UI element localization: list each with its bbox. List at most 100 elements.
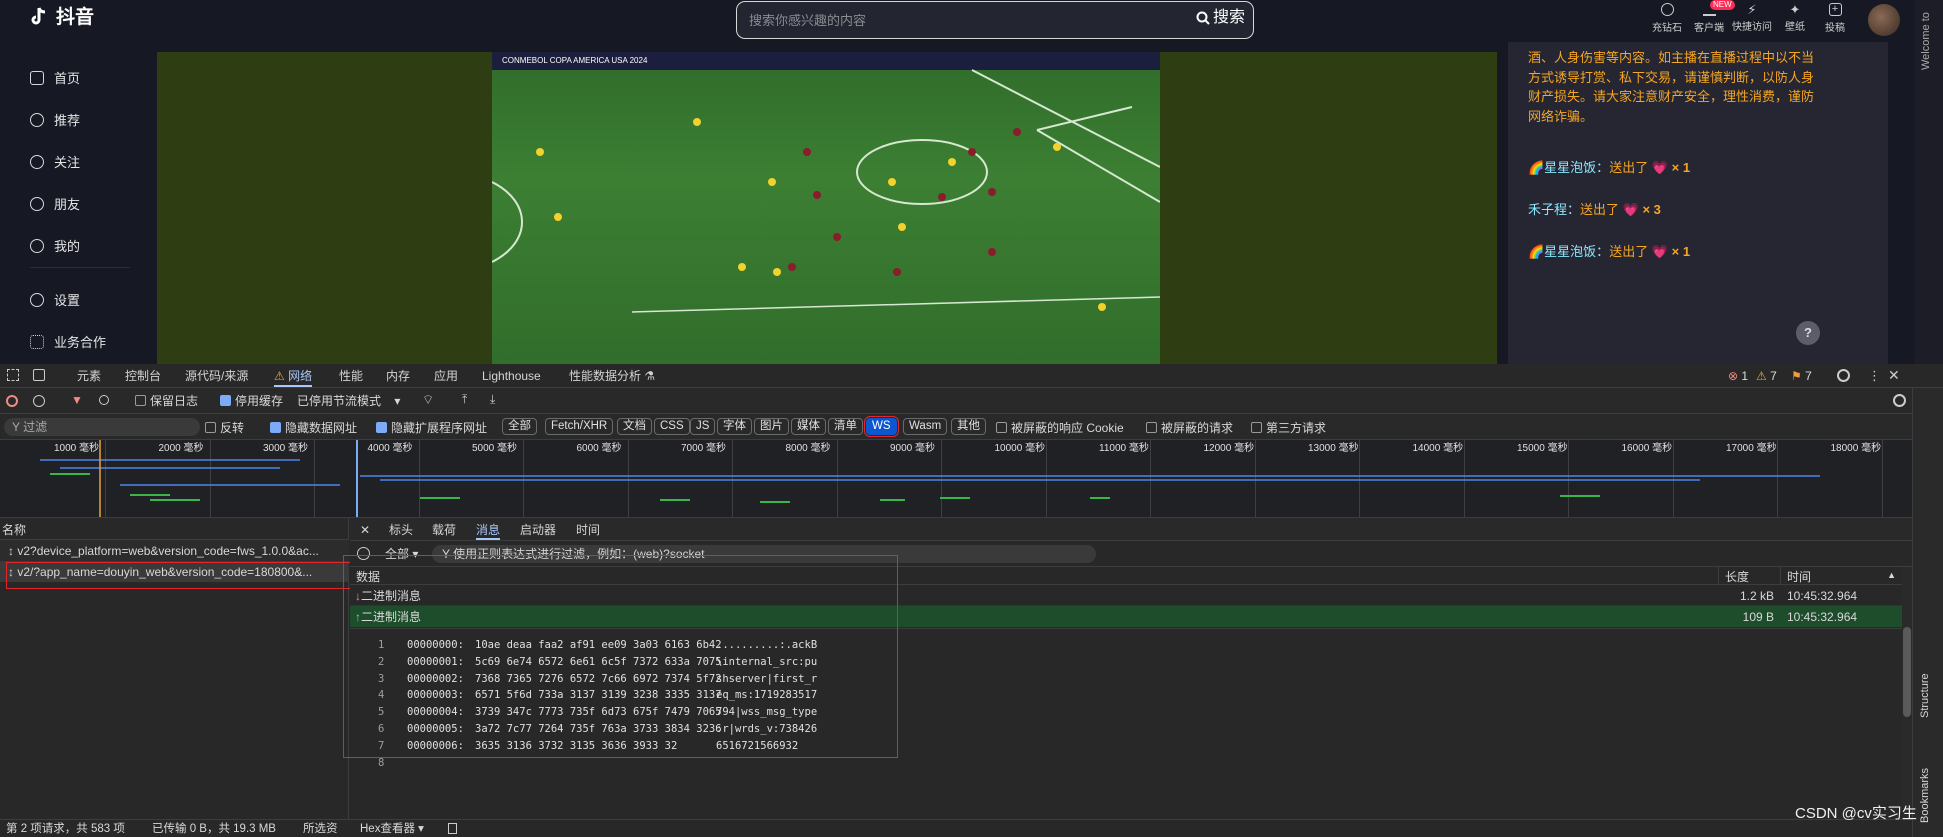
tab-timing[interactable]: 时间 bbox=[576, 518, 600, 540]
filter-icon[interactable]: ▼ bbox=[71, 394, 83, 406]
sidebar-item-friends[interactable]: 朋友 bbox=[30, 194, 80, 213]
tab-console[interactable]: 控制台 bbox=[125, 364, 161, 388]
blocked-requests-checkbox[interactable]: 被屏蔽的请求 bbox=[1146, 422, 1233, 434]
help-button[interactable]: ? bbox=[1796, 321, 1820, 345]
type-filter-ws[interactable]: WS bbox=[864, 416, 899, 437]
sidebar-item-label: 朋友 bbox=[54, 197, 81, 212]
tab-messages[interactable]: 消息 bbox=[476, 518, 501, 540]
export-icon[interactable]: ⤓ bbox=[490, 393, 495, 405]
blocked-cookies-checkbox[interactable]: 被屏蔽的响应 Cookie bbox=[996, 422, 1124, 434]
type-filter-font[interactable]: 字体 bbox=[717, 418, 752, 435]
import-icon[interactable]: ⤒ bbox=[462, 393, 467, 405]
search-icon[interactable] bbox=[99, 395, 109, 405]
tab-memory[interactable]: 内存 bbox=[386, 364, 410, 388]
close-detail-icon[interactable]: ✕ bbox=[360, 518, 370, 540]
search-button[interactable]: 搜索 bbox=[1196, 10, 1245, 26]
hex-viewer-select[interactable]: Hex查看器 ▾ bbox=[360, 823, 424, 836]
copy-icon[interactable] bbox=[448, 823, 457, 834]
avatar[interactable] bbox=[1868, 4, 1900, 36]
tab-performance[interactable]: 性能 bbox=[339, 364, 363, 388]
chat-user[interactable]: 🌈星星泡饭： bbox=[1528, 160, 1609, 175]
tab-elements[interactable]: 元素 bbox=[77, 364, 101, 388]
invert-checkbox[interactable]: 反转 bbox=[205, 422, 244, 434]
request-row[interactable]: ↕ v2?device_platform=web&version_code=fw… bbox=[0, 540, 349, 561]
filter-input[interactable]: Y 过滤 bbox=[4, 418, 200, 436]
wifi-icon[interactable]: ⌔ bbox=[422, 393, 434, 406]
search-box[interactable]: 搜索你感兴趣的内容 搜索 bbox=[736, 1, 1254, 39]
wallpaper-icon: ✦ bbox=[1789, 2, 1801, 17]
type-filter-img[interactable]: 图片 bbox=[754, 418, 789, 435]
warning-icon: ⚠ bbox=[274, 369, 285, 383]
throttle-select[interactable]: 已停用节流模式 ▾ bbox=[297, 395, 400, 407]
chevron-down-icon: ▾ bbox=[394, 394, 401, 408]
structure-tab[interactable]: Structure bbox=[1919, 673, 1931, 718]
sidebar-item-settings[interactable]: 设置 bbox=[30, 290, 80, 309]
device-toolbar-icon[interactable] bbox=[33, 369, 45, 381]
sidebar-item-business[interactable]: 业务合作 bbox=[30, 332, 106, 351]
sidebar-item-home[interactable]: 首页 bbox=[30, 68, 80, 87]
disable-cache-checkbox[interactable]: 停用缓存 bbox=[220, 395, 283, 407]
action-wallpaper[interactable]: ✦ 壁纸 bbox=[1778, 3, 1812, 33]
action-quick[interactable]: ⚡ 快捷访问 bbox=[1732, 3, 1772, 33]
chat-user[interactable]: 🌈星星泡饭： bbox=[1528, 244, 1609, 259]
help-icon: ? bbox=[1804, 325, 1812, 340]
action-label: 充钻石 bbox=[1652, 23, 1682, 34]
douyin-logo[interactable]: 抖音 bbox=[30, 6, 94, 28]
col-length-header[interactable]: 长度 bbox=[1719, 567, 1781, 585]
tab-network[interactable]: ⚠ 网络 bbox=[274, 364, 313, 387]
timeline-overview[interactable]: 1000 毫秒 2000 毫秒 3000 毫秒 4000 毫秒 5000 毫秒 6000 … bbox=[0, 440, 1912, 518]
tab-application[interactable]: 应用 bbox=[434, 364, 458, 388]
requests-header[interactable]: 名称 bbox=[0, 518, 349, 540]
tab-headers[interactable]: 标头 bbox=[389, 518, 413, 540]
status-bar: 第 2 项请求，共 583 项 已传输 0 B，共 19.3 MB 所选资 He… bbox=[0, 819, 1912, 837]
network-settings-icon[interactable] bbox=[1893, 394, 1906, 407]
tab-label: 网络 bbox=[288, 369, 313, 383]
sidebar-item-recommend[interactable]: 推荐 bbox=[30, 110, 80, 129]
chat-user[interactable]: 禾子程： bbox=[1528, 202, 1580, 217]
action-diamond[interactable]: 充钻石 bbox=[1650, 3, 1684, 34]
notice-line: 酒、人身伤害等内容。如主播在直播过程中以不当 bbox=[1528, 50, 1815, 65]
warning-count[interactable]: ⚠ 7 bbox=[1756, 370, 1777, 382]
type-filter-js[interactable]: JS bbox=[690, 418, 716, 435]
warning-icon: ⚠ bbox=[1756, 369, 1767, 383]
checkbox-label: 被屏蔽的响应 Cookie bbox=[1011, 421, 1124, 435]
scrollbar[interactable] bbox=[1902, 567, 1912, 819]
sidebar-item-me[interactable]: 我的 bbox=[30, 236, 80, 255]
bookmarks-tab[interactable]: Bookmarks bbox=[1919, 768, 1931, 823]
inspect-icon[interactable] bbox=[7, 369, 19, 381]
close-icon[interactable]: ✕ bbox=[1888, 368, 1900, 382]
gear-icon[interactable] bbox=[1837, 369, 1850, 382]
sidebar-item-follow[interactable]: 关注 bbox=[30, 152, 80, 171]
preserve-log-checkbox[interactable]: 保留日志 bbox=[135, 395, 198, 407]
devtools-tab-bar: 元素 控制台 源代码/来源 ⚠ 网络 性能 内存 应用 Lighthouse 性… bbox=[0, 364, 1943, 388]
type-filter-fetch[interactable]: Fetch/XHR bbox=[545, 418, 614, 435]
type-filter-media[interactable]: 媒体 bbox=[791, 418, 826, 435]
tab-sources[interactable]: 源代码/来源 bbox=[185, 364, 248, 388]
tab-lighthouse[interactable]: Lighthouse bbox=[482, 364, 541, 388]
type-filter-doc[interactable]: 文档 bbox=[617, 418, 652, 435]
video-player[interactable]: CONMEBOL COPA AMERICA USA 2024 bbox=[492, 52, 1160, 364]
type-filter-manifest[interactable]: 清单 bbox=[828, 418, 863, 435]
checkbox-label: 被屏蔽的请求 bbox=[1161, 421, 1234, 435]
col-time-header[interactable]: 时间 ▲ bbox=[1781, 567, 1902, 585]
record-icon[interactable] bbox=[6, 395, 18, 407]
search-input[interactable]: 搜索你感兴趣的内容 bbox=[749, 14, 866, 27]
tab-initiator[interactable]: 启动器 bbox=[520, 518, 556, 540]
action-upload[interactable]: + 投稿 bbox=[1818, 3, 1852, 34]
third-party-checkbox[interactable]: 第三方请求 bbox=[1251, 422, 1326, 434]
type-filter-other[interactable]: 其他 bbox=[951, 418, 986, 435]
action-client[interactable]: NEW 客户端 bbox=[1692, 0, 1735, 34]
tab-payload[interactable]: 载荷 bbox=[432, 518, 456, 540]
scrollbar-thumb[interactable] bbox=[1903, 627, 1911, 717]
more-menu-icon[interactable]: ⋮ bbox=[1868, 369, 1881, 382]
clear-icon[interactable] bbox=[33, 395, 45, 407]
error-count[interactable]: ⊗ 1 bbox=[1728, 370, 1748, 382]
type-filter-wasm[interactable]: Wasm bbox=[903, 418, 948, 435]
sidebar-item-label: 推荐 bbox=[54, 113, 81, 128]
type-filter-all[interactable]: 全部 bbox=[502, 418, 537, 435]
type-filter-css[interactable]: CSS bbox=[654, 418, 690, 435]
hide-ext-urls-checkbox[interactable]: 隐藏扩展程序网址 bbox=[376, 422, 487, 434]
hide-data-urls-checkbox[interactable]: 隐藏数据网址 bbox=[270, 422, 357, 434]
tab-perf-insights[interactable]: 性能数据分析 ⚗ bbox=[569, 364, 655, 388]
issue-count[interactable]: ⚑ 7 bbox=[1791, 370, 1812, 382]
